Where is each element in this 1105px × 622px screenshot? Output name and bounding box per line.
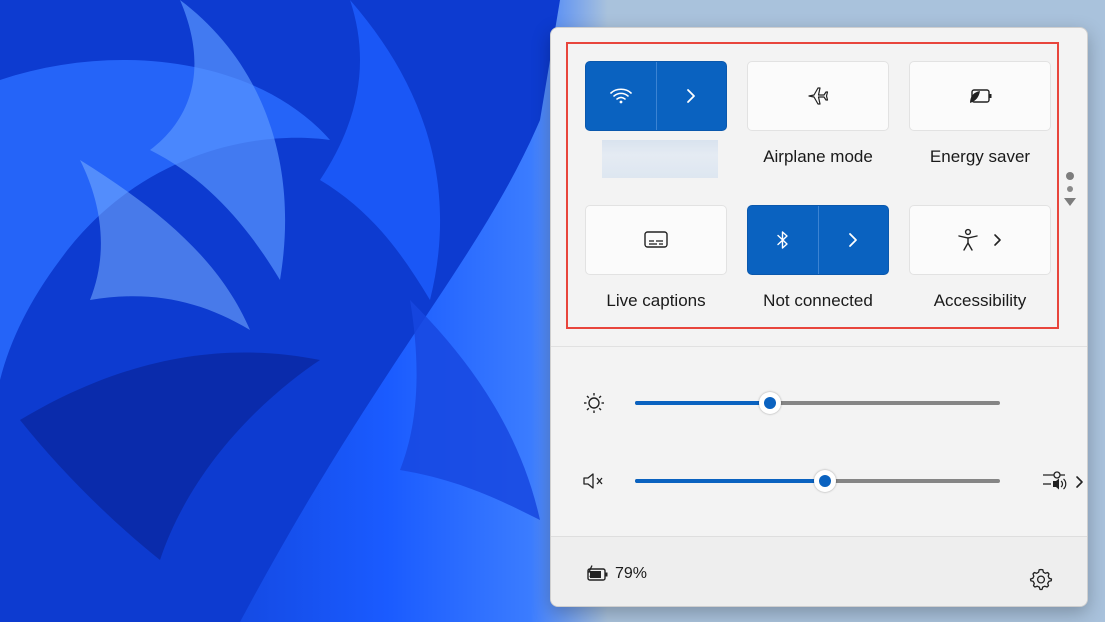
page-dot-active[interactable]: [1066, 172, 1074, 180]
volume-muted-icon[interactable]: [581, 469, 607, 493]
captions-icon: [644, 231, 668, 248]
volume-slider-row: [581, 466, 1083, 496]
battery-charging-icon: [587, 565, 608, 581]
bluetooth-toggle[interactable]: [748, 206, 819, 274]
accessibility-tile[interactable]: [909, 205, 1051, 275]
bluetooth-label: Not connected: [763, 291, 873, 310]
page-indicator[interactable]: [1064, 172, 1076, 206]
page-dot[interactable]: [1067, 186, 1073, 192]
brightness-slider-row: [581, 388, 1061, 418]
energy-saver-icon: [970, 89, 992, 103]
quick-settings-footer: 79%: [551, 536, 1087, 606]
wifi-icon: [609, 88, 632, 104]
volume-slider[interactable]: [635, 470, 1000, 492]
energy-saver-label: Energy saver: [929, 147, 1031, 166]
bluetooth-chevron-button[interactable]: [819, 206, 889, 274]
scroll-down-icon[interactable]: [1064, 198, 1076, 206]
airplane-mode-tile[interactable]: [747, 61, 889, 131]
wifi-toggle[interactable]: [586, 62, 657, 130]
chevron-right-icon: [687, 89, 696, 103]
volume-thumb[interactable]: [813, 470, 836, 492]
brightness-fill: [635, 401, 771, 405]
gear-icon[interactable]: [1029, 567, 1053, 591]
live-captions-tile[interactable]: [585, 205, 727, 275]
chevron-right-icon: [994, 234, 1001, 246]
airplane-icon: [808, 87, 829, 105]
section-divider: [551, 346, 1087, 347]
battery-status[interactable]: 79%: [585, 565, 647, 583]
airplane-mode-label: Airplane mode: [763, 147, 873, 166]
wifi-chevron-button[interactable]: [657, 62, 727, 130]
audio-output-icon: [1043, 471, 1083, 490]
accessibility-label: Accessibility: [933, 291, 1027, 310]
brightness-thumb[interactable]: [759, 392, 782, 414]
audio-output-button[interactable]: [1041, 468, 1087, 494]
energy-saver-tile[interactable]: [909, 61, 1051, 131]
volume-fill: [635, 479, 825, 483]
wifi-tile[interactable]: [585, 61, 727, 131]
live-captions-label: Live captions: [606, 291, 706, 310]
bluetooth-icon: [777, 231, 788, 249]
bluetooth-tile[interactable]: [747, 205, 889, 275]
brightness-icon: [584, 393, 604, 413]
battery-percentage: 79%: [615, 565, 648, 582]
wifi-network-name-blurred: [602, 140, 718, 178]
chevron-right-icon: [849, 233, 858, 247]
brightness-slider[interactable]: [635, 392, 1000, 414]
accessibility-icon: [958, 228, 978, 251]
quick-settings-panel: Airplane mode Energy saver Live captions: [550, 27, 1088, 607]
